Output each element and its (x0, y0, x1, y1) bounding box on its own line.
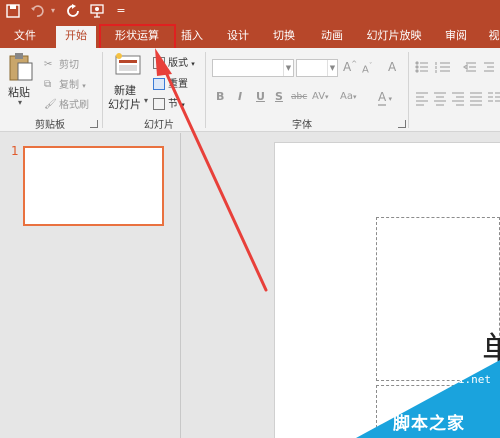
watermark-name: 脚本之家 (393, 414, 465, 434)
watermark-url: jb51.net (438, 373, 491, 386)
